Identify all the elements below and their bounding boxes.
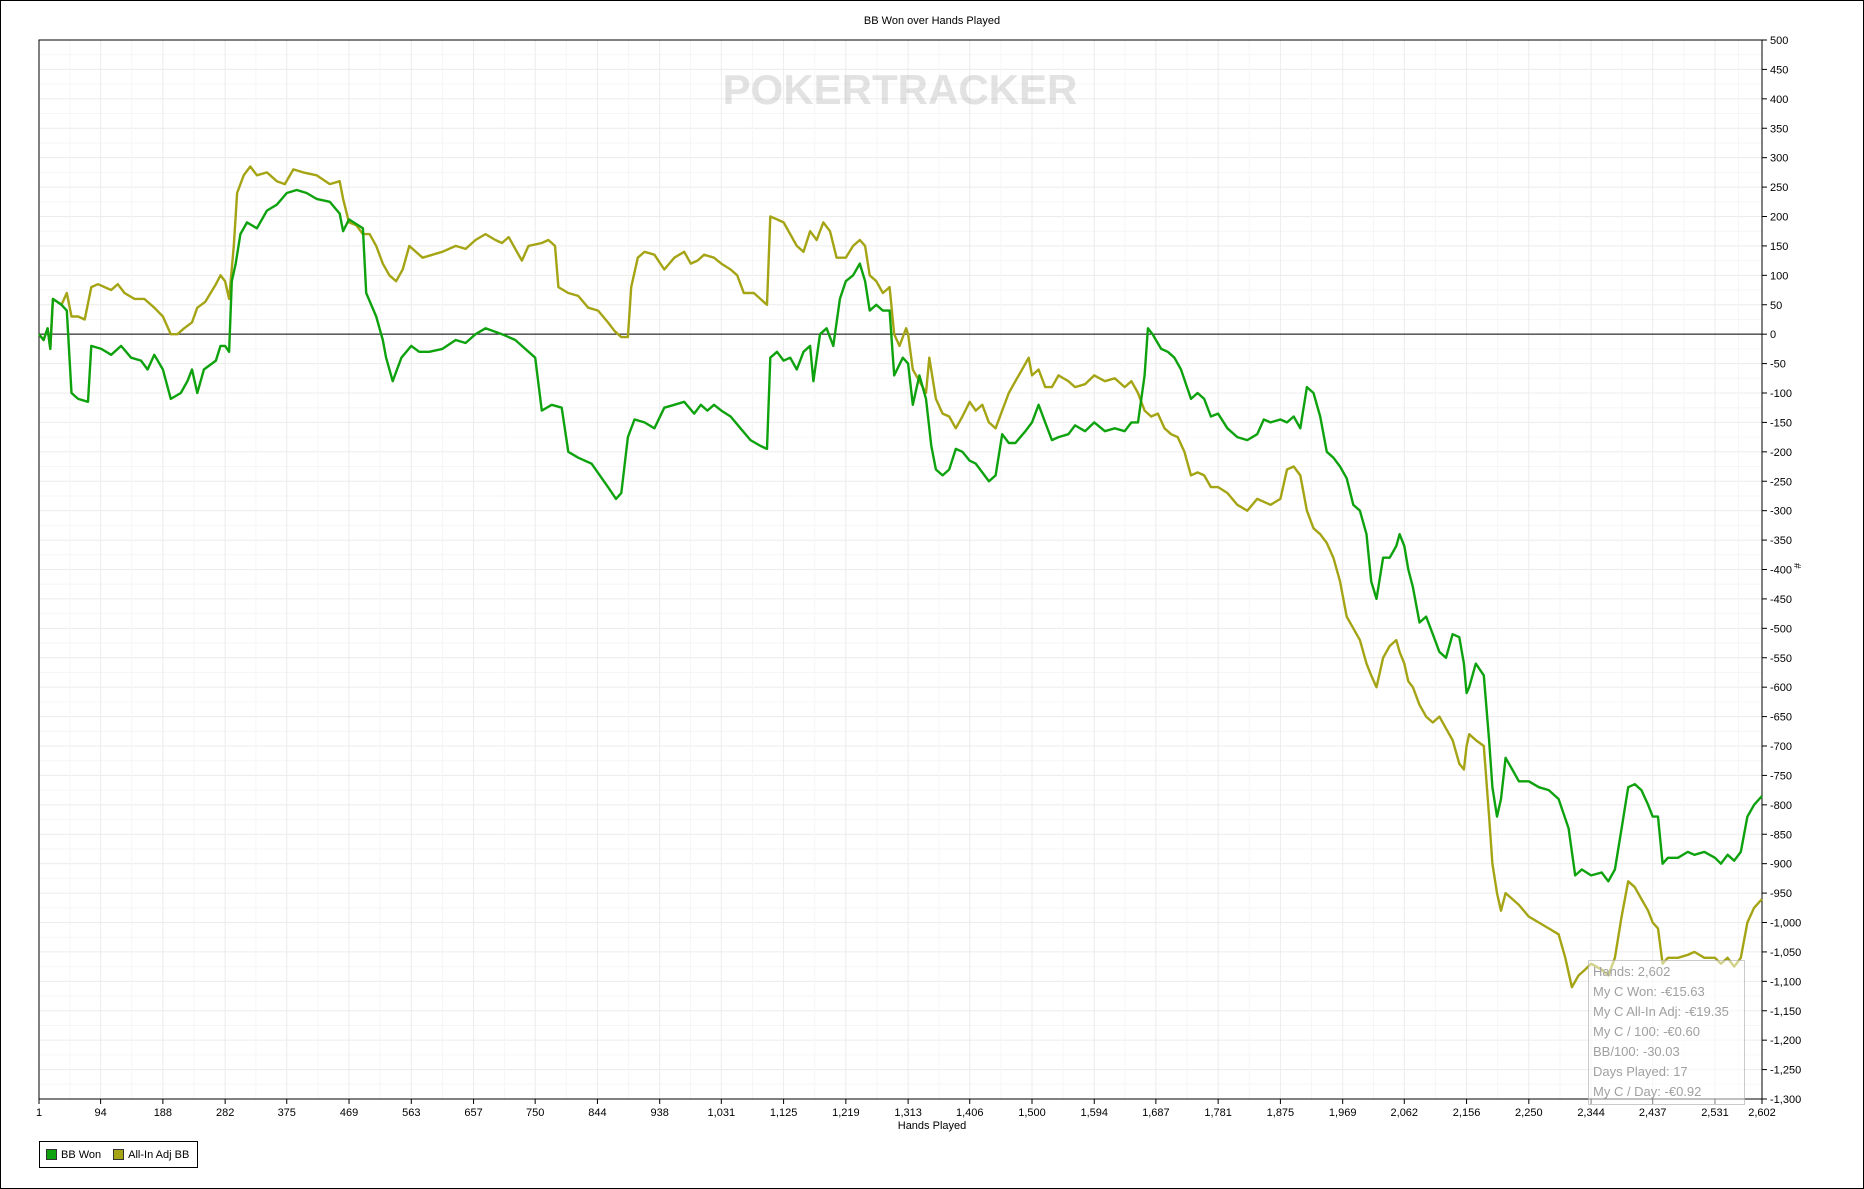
y-tick-label: 450 bbox=[1770, 64, 1788, 76]
y-tick-label: -800 bbox=[1770, 800, 1792, 812]
tooltip-line-per-100: My C / 100: -€0.60 bbox=[1593, 1024, 1700, 1039]
legend-item-allin-adj[interactable]: All-In Adj BB bbox=[113, 1149, 189, 1161]
x-tick-label: 1,781 bbox=[1204, 1107, 1232, 1119]
x-tick-label: 1 bbox=[36, 1107, 42, 1119]
x-tick-label: 657 bbox=[464, 1107, 482, 1119]
x-tick-label: 469 bbox=[340, 1107, 358, 1119]
y-tick-label: 150 bbox=[1770, 241, 1788, 253]
x-axis-ticks: 1 94 188 282 375 469 563 657 750 844 938 1,031 1,125… bbox=[36, 1099, 1776, 1119]
legend: BB Won All-In Adj BB bbox=[39, 1141, 199, 1168]
x-axis-label: Hands Played bbox=[897, 1120, 967, 1132]
y-tick-label: 50 bbox=[1770, 300, 1782, 312]
x-tick-label: 282 bbox=[216, 1107, 234, 1119]
y-tick-label: 250 bbox=[1770, 182, 1788, 194]
tooltip-line-per-day: My C / Day: -€0.92 bbox=[1593, 1084, 1702, 1099]
y-axis-ticks: 500450400350300250200150100500-50-100-15… bbox=[1762, 35, 1801, 1106]
x-tick-label: 2,156 bbox=[1453, 1107, 1481, 1119]
legend-label-allin-adj: All-In Adj BB bbox=[128, 1148, 190, 1161]
y-tick-label: -650 bbox=[1770, 712, 1792, 724]
y-tick-label: 400 bbox=[1770, 94, 1788, 106]
y-tick-label: -600 bbox=[1770, 682, 1792, 694]
y-tick-label: 0 bbox=[1770, 329, 1776, 341]
y-axis-label: # bbox=[1791, 563, 1802, 569]
y-tick-label: -100 bbox=[1770, 388, 1792, 400]
legend-swatch-bb-won bbox=[46, 1149, 57, 1160]
y-tick-label: -200 bbox=[1770, 447, 1792, 459]
y-tick-label: 350 bbox=[1770, 123, 1788, 135]
x-tick-label: 750 bbox=[526, 1107, 544, 1119]
x-tick-label: 1,219 bbox=[832, 1107, 860, 1119]
tooltip-line-won: My C Won: -€15.63 bbox=[1593, 984, 1705, 999]
y-tick-label: -500 bbox=[1770, 623, 1792, 635]
y-tick-label: -450 bbox=[1770, 594, 1792, 606]
x-tick-label: 1,969 bbox=[1329, 1107, 1357, 1119]
tooltip-line-days: Days Played: 17 bbox=[1593, 1064, 1688, 1079]
x-tick-label: 938 bbox=[651, 1107, 669, 1119]
x-tick-label: 1,500 bbox=[1018, 1107, 1046, 1119]
y-tick-label: -300 bbox=[1770, 506, 1792, 518]
grid-layer bbox=[38, 39, 1763, 1100]
y-tick-label: -550 bbox=[1770, 653, 1792, 665]
y-tick-label: -50 bbox=[1770, 359, 1786, 371]
y-tick-label: -1,250 bbox=[1770, 1065, 1801, 1077]
watermark: POKERTRACKER bbox=[723, 66, 1078, 113]
y-tick-label: 300 bbox=[1770, 153, 1788, 165]
series-line-bb-won bbox=[38, 188, 1763, 883]
tooltip-line-hands: Hands: 2,602 bbox=[1593, 964, 1671, 979]
x-tick-label: 1,313 bbox=[894, 1107, 922, 1119]
x-tick-label: 188 bbox=[154, 1107, 172, 1119]
x-tick-label: 2,062 bbox=[1391, 1107, 1419, 1119]
hover-tooltip: Hands: 2,602 My C Won: -€15.63 My C All-… bbox=[1588, 960, 1745, 1105]
y-tick-label: -1,150 bbox=[1770, 1006, 1801, 1018]
y-tick-label: -850 bbox=[1770, 829, 1792, 841]
y-tick-label: -400 bbox=[1770, 565, 1792, 577]
chart-svg: POKERTRACKER 1 94 188 282 375 469 563 657 750 844… bbox=[36, 35, 1801, 1119]
y-tick-label: -250 bbox=[1770, 476, 1792, 488]
tooltip-line-bb-100: BB/100: -30.03 bbox=[1593, 1044, 1680, 1059]
y-tick-label: -700 bbox=[1770, 741, 1792, 753]
legend-item-bb-won[interactable]: BB Won bbox=[46, 1149, 101, 1161]
y-tick-label: -1,050 bbox=[1770, 947, 1801, 959]
tooltip-line-allin-adj: My C All-In Adj: -€19.35 bbox=[1593, 1004, 1729, 1019]
y-tick-label: 200 bbox=[1770, 212, 1788, 224]
y-tick-label: 100 bbox=[1770, 270, 1788, 282]
x-tick-label: 2,344 bbox=[1577, 1107, 1605, 1119]
x-tick-label: 1,031 bbox=[708, 1107, 736, 1119]
x-tick-label: 1,125 bbox=[770, 1107, 798, 1119]
x-tick-label: 563 bbox=[402, 1107, 420, 1119]
y-tick-label: -900 bbox=[1770, 859, 1792, 871]
legend-label-bb-won: BB Won bbox=[61, 1148, 102, 1161]
x-tick-label: 2,602 bbox=[1748, 1107, 1776, 1119]
y-tick-label: -1,000 bbox=[1770, 918, 1801, 930]
x-tick-label: 1,594 bbox=[1080, 1107, 1108, 1119]
y-tick-label: 500 bbox=[1770, 35, 1788, 47]
y-tick-label: -150 bbox=[1770, 417, 1792, 429]
y-tick-label: -350 bbox=[1770, 535, 1792, 547]
legend-swatch-allin-adj bbox=[113, 1149, 125, 1160]
x-tick-label: 2,531 bbox=[1701, 1107, 1729, 1119]
x-tick-label: 375 bbox=[278, 1107, 296, 1119]
x-tick-label: 844 bbox=[588, 1107, 606, 1119]
x-tick-label: 94 bbox=[94, 1107, 106, 1119]
y-tick-label: -750 bbox=[1770, 770, 1792, 782]
y-tick-label: -950 bbox=[1770, 888, 1792, 900]
x-tick-label: 2,250 bbox=[1515, 1107, 1543, 1119]
y-tick-label: -1,300 bbox=[1770, 1094, 1801, 1106]
y-tick-label: -1,200 bbox=[1770, 1035, 1801, 1047]
x-tick-label: 1,687 bbox=[1142, 1107, 1170, 1119]
y-tick-label: -1,100 bbox=[1770, 976, 1801, 988]
x-tick-label: 1,875 bbox=[1267, 1107, 1295, 1119]
x-tick-label: 1,406 bbox=[956, 1107, 984, 1119]
x-tick-label: 2,437 bbox=[1639, 1107, 1667, 1119]
